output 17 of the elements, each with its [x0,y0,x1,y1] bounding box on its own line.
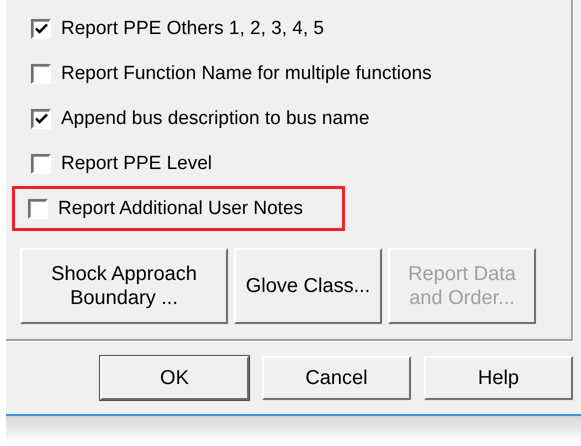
dialog-button[interactable]: Glove Class... [234,248,382,324]
dialog-button[interactable]: Shock Approach Boundary ... [20,248,228,324]
ok-button[interactable]: OK [100,356,249,400]
checkbox[interactable] [31,154,51,174]
checkbox-label: Append bus description to bus name [61,108,370,130]
checkbox[interactable] [28,198,48,218]
cancel-button[interactable]: Cancel [262,356,411,400]
checkmark-icon [34,23,48,34]
checkbox[interactable] [31,18,51,38]
checkbox-label: Report PPE Level [61,152,212,174]
checkbox[interactable] [31,64,51,84]
checkbox-label: Report Function Name for multiple functions [61,62,432,84]
checkbox-label: Report PPE Others 1, 2, 3, 4, 5 [61,18,324,40]
checkmark-icon [34,113,48,124]
help-button[interactable]: Help [424,356,573,400]
checkbox-label: Report Additional User Notes [58,198,304,220]
checkbox[interactable] [31,108,51,128]
